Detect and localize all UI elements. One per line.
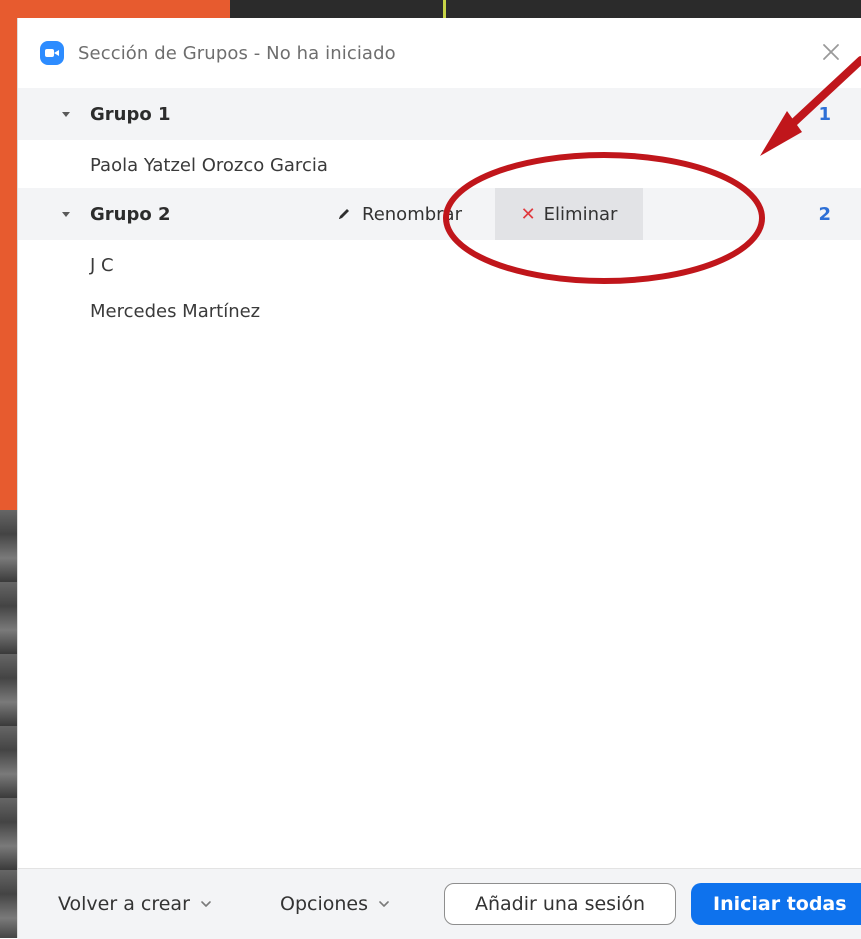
rename-button[interactable]: Renombrar bbox=[336, 188, 481, 240]
participant-item[interactable]: J C bbox=[90, 240, 114, 290]
close-button[interactable] bbox=[817, 38, 845, 66]
close-icon bbox=[823, 44, 839, 60]
participant-item[interactable]: Paola Yatzel Orozco Garcia bbox=[90, 140, 328, 190]
recreate-dropdown[interactable]: Volver a crear bbox=[58, 869, 212, 939]
breakout-rooms-window: Sección de Grupos - No ha iniciado Grupo… bbox=[18, 18, 861, 939]
background-orange-top bbox=[0, 0, 230, 18]
delete-button[interactable]: ✕ Eliminar bbox=[495, 188, 643, 240]
group-row-2[interactable]: Grupo 2 Renombrar ✕ Eliminar 2 bbox=[18, 188, 861, 240]
start-all-button[interactable]: Iniciar todas bbox=[691, 883, 861, 925]
pencil-icon bbox=[336, 206, 352, 222]
title-bar: Sección de Grupos - No ha iniciado bbox=[18, 18, 861, 88]
triangle-down-icon[interactable] bbox=[58, 106, 74, 122]
group-participant-count: 2 bbox=[818, 203, 831, 225]
add-session-label: Añadir una sesión bbox=[474, 893, 646, 915]
background-orange-stripe bbox=[0, 0, 20, 510]
delete-label: Eliminar bbox=[543, 203, 618, 225]
groups-list: Grupo 1 1 Paola Yatzel Orozco Garcia Gru… bbox=[18, 88, 861, 868]
background-yellow-line bbox=[443, 0, 446, 18]
background-gray-stripe bbox=[0, 510, 20, 938]
rename-label: Renombrar bbox=[362, 203, 462, 225]
footer-bar: Volver a crear Opciones Añadir una sesió… bbox=[18, 868, 861, 939]
recreate-label: Volver a crear bbox=[58, 893, 190, 915]
chevron-down-icon bbox=[200, 898, 212, 910]
start-all-label: Iniciar todas bbox=[713, 893, 847, 915]
add-session-button[interactable]: Añadir una sesión bbox=[444, 883, 676, 925]
x-icon: ✕ bbox=[520, 203, 536, 225]
participant-item[interactable]: Mercedes Martínez bbox=[90, 286, 260, 336]
group-actions: Renombrar ✕ Eliminar bbox=[18, 188, 861, 240]
triangle-down-svg bbox=[62, 112, 70, 117]
window-title: Sección de Grupos - No ha iniciado bbox=[78, 42, 396, 64]
chevron-down-icon bbox=[378, 898, 390, 910]
group-name: Grupo 1 bbox=[90, 103, 171, 125]
group-row-1[interactable]: Grupo 1 1 bbox=[18, 88, 861, 140]
options-label: Opciones bbox=[280, 893, 368, 915]
group-participant-count: 1 bbox=[818, 103, 831, 125]
zoom-camera-icon bbox=[40, 41, 64, 65]
options-dropdown[interactable]: Opciones bbox=[280, 869, 390, 939]
